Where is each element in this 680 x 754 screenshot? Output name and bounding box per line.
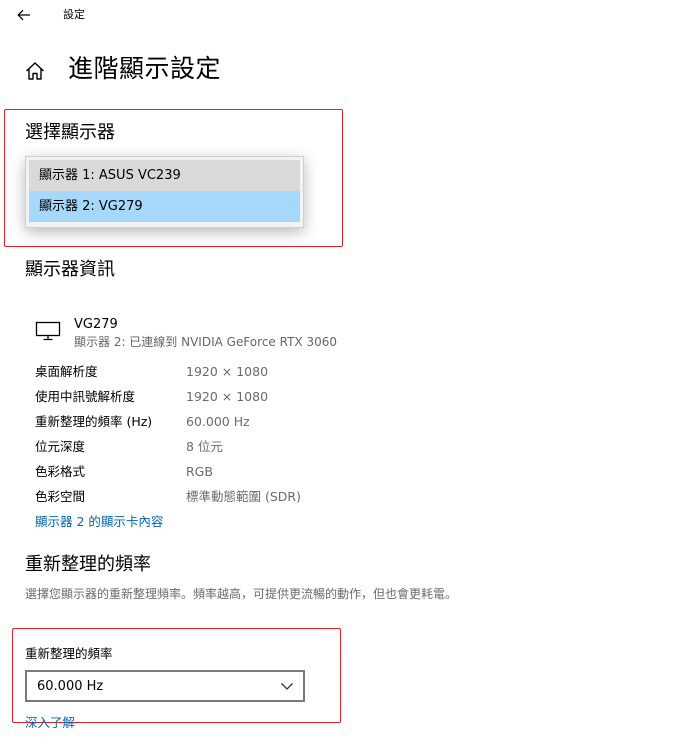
info-row: 色彩格式 RGB bbox=[35, 463, 435, 481]
info-label: 位元深度 bbox=[35, 439, 86, 454]
display-info-heading: 顯示器資訊 bbox=[25, 259, 115, 280]
info-label: 使用中訊號解析度 bbox=[35, 389, 136, 404]
info-value: 8 位元 bbox=[186, 439, 223, 454]
refresh-rate-selected-value: 60.000 Hz bbox=[37, 679, 104, 694]
refresh-rate-field-label: 重新整理的頻率 bbox=[25, 646, 113, 661]
info-label: 重新整理的頻率 (Hz) bbox=[35, 414, 153, 429]
info-label: 桌面解析度 bbox=[35, 364, 98, 379]
monitor-icon bbox=[35, 321, 61, 341]
info-label: 色彩空間 bbox=[35, 489, 86, 504]
info-value: 1920 × 1080 bbox=[186, 364, 269, 379]
select-display-heading: 選擇顯示器 bbox=[25, 122, 115, 143]
monitor-description: 顯示器 2: 已連線到 NVIDIA GeForce RTX 3060 bbox=[74, 335, 337, 349]
info-row: 重新整理的頻率 (Hz) 60.000 Hz bbox=[35, 413, 435, 431]
info-row: 位元深度 8 位元 bbox=[35, 438, 435, 456]
refresh-rate-select[interactable]: 60.000 Hz bbox=[25, 670, 305, 702]
dropdown-option-display-2[interactable]: 顯示器 2: VG279 bbox=[29, 191, 300, 222]
info-row: 色彩空間 標準動態範圍 (SDR) bbox=[35, 488, 435, 506]
page-title: 進階顯示設定 bbox=[68, 54, 222, 83]
display-adapter-properties-link[interactable]: 顯示器 2 的顯示卡內容 bbox=[35, 513, 163, 531]
window-title: 設定 bbox=[63, 8, 85, 21]
info-row: 使用中訊號解析度 1920 × 1080 bbox=[35, 388, 435, 406]
monitor-name: VG279 bbox=[74, 317, 118, 332]
back-arrow-icon bbox=[17, 9, 30, 21]
home-icon[interactable] bbox=[24, 60, 46, 82]
chevron-down-icon bbox=[281, 683, 293, 690]
info-value: 標準動態範圍 (SDR) bbox=[186, 489, 301, 504]
dropdown-option-display-1[interactable]: 顯示器 1: ASUS VC239 bbox=[29, 160, 300, 191]
back-button[interactable] bbox=[10, 2, 38, 28]
display-select-dropdown[interactable]: 顯示器 1: ASUS VC239 顯示器 2: VG279 bbox=[25, 156, 304, 228]
info-row: 桌面解析度 1920 × 1080 bbox=[35, 363, 435, 381]
info-label: 色彩格式 bbox=[35, 464, 86, 479]
learn-more-link[interactable]: 深入了解 bbox=[25, 714, 75, 732]
info-value: 1920 × 1080 bbox=[186, 389, 269, 404]
refresh-rate-description: 選擇您顯示器的重新整理頻率。頻率越高，可提供更流暢的動作，但也會更耗電。 bbox=[25, 587, 458, 601]
refresh-rate-heading: 重新整理的頻率 bbox=[25, 554, 151, 575]
info-value: 60.000 Hz bbox=[186, 414, 250, 429]
info-value: RGB bbox=[186, 464, 213, 479]
